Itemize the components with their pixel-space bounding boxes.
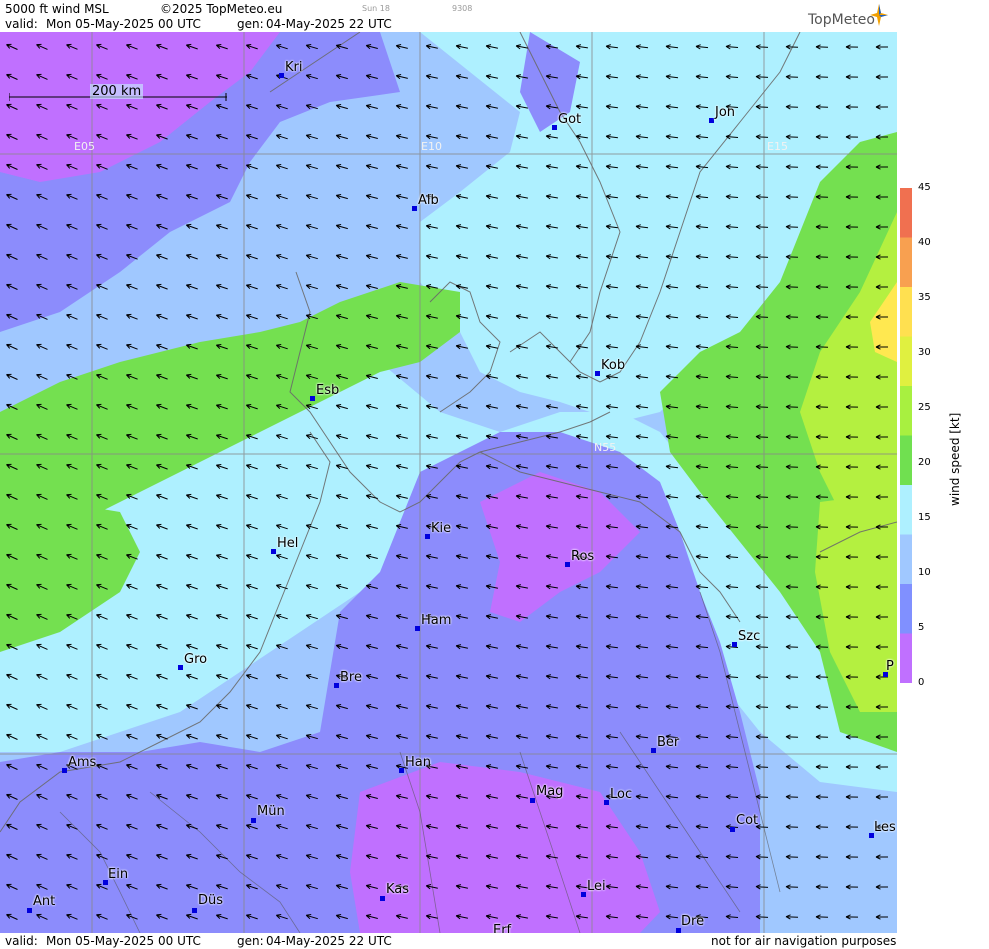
disclaimer-text: not for air navigation purposes [711, 934, 897, 948]
city-label: Bre [340, 670, 362, 685]
legend-unit-label: wind speed [kt] [948, 412, 962, 506]
city-marker [271, 549, 276, 554]
city-label: Düs [198, 893, 224, 908]
legend-tick: 20 [918, 457, 931, 468]
city-label: Les [874, 820, 896, 835]
city-marker [595, 371, 600, 376]
color-scale-bar [900, 188, 912, 683]
city-marker [552, 125, 557, 130]
product-title: 5000 ft wind MSL [5, 2, 109, 16]
city-marker [310, 396, 315, 401]
city-label: Alb [418, 193, 439, 208]
city-label: Gro [184, 652, 208, 667]
city-marker [604, 800, 609, 805]
legend-tick: 35 [918, 292, 931, 303]
city-label: Mag [536, 784, 564, 799]
city-marker [334, 683, 339, 688]
city-label: Kie [431, 521, 452, 536]
city-label: Kri [285, 60, 303, 75]
city-label: Ant [33, 894, 56, 909]
city-label: Hel [277, 536, 299, 551]
gen-time: 04-May-2025 22 UTC [266, 17, 392, 31]
legend-tick: 10 [918, 567, 931, 578]
city-label: Jon [715, 105, 736, 120]
legend-tick: 40 [918, 237, 931, 248]
footer-valid-label: valid: [5, 934, 38, 948]
grid-label-e05: E05 [74, 140, 95, 153]
map-footer: valid: Mon 05-May-2025 00 UTC gen: 04-Ma… [0, 933, 897, 949]
city-label: Ros [571, 549, 595, 564]
footer-valid-time: Mon 05-May-2025 00 UTC [46, 934, 201, 948]
city-label: Szc [738, 629, 761, 644]
city-label: Got [558, 112, 582, 127]
city-label: Erf [493, 923, 512, 934]
city-label: Mün [257, 804, 285, 819]
city-label: Dre [681, 914, 705, 929]
grid-label-e15: E15 [767, 140, 788, 153]
city-label: Ber [657, 735, 680, 750]
city-marker [530, 798, 535, 803]
legend-tick: 0 [918, 677, 925, 688]
city-marker [399, 768, 404, 773]
city-marker [732, 642, 737, 647]
valid-label: valid: [5, 17, 38, 31]
city-marker [62, 768, 67, 773]
grid-label-e10: E10 [421, 140, 442, 153]
run-id: 9308 [452, 4, 473, 13]
city-marker [709, 118, 714, 123]
wind-map[interactable]: E05 E10 E15 N55 200 km Kri Got Jon Alb E… [0, 32, 897, 933]
legend-tick: 15 [918, 512, 931, 523]
topmeteo-logo: TopMeteo [808, 12, 875, 28]
city-marker [380, 896, 385, 901]
compass-star-icon [870, 4, 888, 26]
map-header: 5000 ft wind MSL ©2025 TopMeteo.eu Sun 1… [0, 0, 897, 32]
grid-label-n55: N55 [594, 441, 617, 454]
city-marker [565, 562, 570, 567]
legend-tick: 30 [918, 347, 931, 358]
city-marker [192, 908, 197, 913]
city-label: P [886, 659, 894, 674]
city-label: Kob [601, 358, 626, 373]
city-marker [279, 73, 284, 78]
city-marker [581, 892, 586, 897]
copyright-text: ©2025 TopMeteo.eu [160, 2, 283, 16]
city-label: Ams [68, 755, 97, 770]
city-label: Kas [386, 882, 410, 897]
city-marker [178, 665, 183, 670]
city-label: Esb [316, 383, 340, 398]
city-label: Lei [587, 879, 606, 894]
city-label: Han [405, 755, 431, 770]
city-marker [251, 818, 256, 823]
scale-label: 200 km [90, 84, 144, 99]
city-marker [651, 748, 656, 753]
wind-field [0, 32, 897, 933]
legend-tick: 45 [918, 182, 931, 193]
sun-info: Sun 18 [362, 4, 390, 13]
city-marker [730, 827, 735, 832]
city-label: Ein [108, 867, 129, 882]
city-marker [412, 206, 417, 211]
legend-tick: 25 [918, 402, 931, 413]
city-marker [415, 626, 420, 631]
city-marker [425, 534, 430, 539]
footer-gen-time: 04-May-2025 22 UTC [266, 934, 392, 948]
legend-tick: 5 [918, 622, 925, 633]
city-marker [27, 908, 32, 913]
footer-gen-label: gen: [237, 934, 264, 948]
city-label: Cot [736, 813, 759, 828]
city-label: Loc [610, 787, 633, 802]
city-label: Ham [421, 613, 452, 628]
gen-label: gen: [237, 17, 264, 31]
valid-time: Mon 05-May-2025 00 UTC [46, 17, 201, 31]
